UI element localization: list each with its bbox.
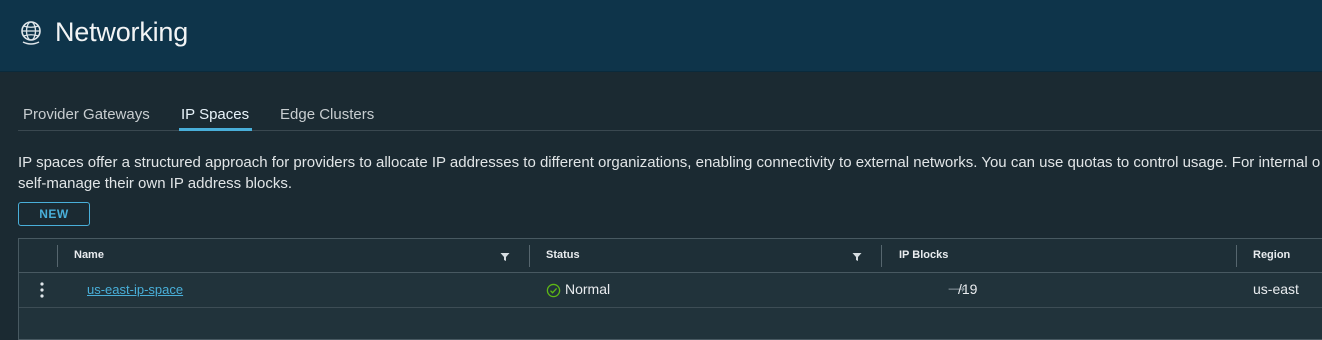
column-header-ip-blocks[interactable]: IP Blocks: [899, 249, 948, 261]
new-button[interactable]: NEW: [18, 202, 90, 226]
tab-provider-gateways[interactable]: Provider Gateways: [23, 106, 150, 123]
column-header-region[interactable]: Region: [1253, 249, 1290, 261]
ip-spaces-grid: Name Status IP Blocks Region us-east-ip-…: [18, 238, 1322, 340]
globe-icon: [21, 21, 41, 45]
filter-icon[interactable]: [500, 252, 510, 262]
main-content: Provider Gateways IP Spaces Edge Cluster…: [0, 72, 1322, 340]
description-line-1: IP spaces offer a structured approach fo…: [18, 154, 1321, 171]
column-header-status[interactable]: Status: [546, 249, 580, 261]
ip-space-name-link[interactable]: us-east-ip-space: [87, 282, 183, 297]
ip-blocks-value: /19: [958, 281, 978, 297]
check-circle-icon: [546, 283, 561, 298]
tab-ip-spaces[interactable]: IP Spaces: [178, 106, 253, 131]
page-title: Networking: [55, 17, 189, 47]
region-value: us-east: [1253, 281, 1299, 297]
description-line-2: self-manage their own IP address blocks.: [18, 175, 293, 192]
filter-icon[interactable]: [852, 252, 862, 262]
column-separator[interactable]: [881, 245, 882, 267]
page-description: IP spaces offer a structured approach fo…: [18, 152, 1322, 194]
column-separator: [57, 245, 58, 267]
column-separator[interactable]: [1236, 245, 1237, 267]
app-header: Networking: [0, 0, 1322, 72]
tab-edge-clusters[interactable]: Edge Clusters: [280, 106, 374, 123]
column-header-name[interactable]: Name: [74, 249, 104, 261]
tab-bar: Provider Gateways IP Spaces Edge Cluster…: [18, 102, 1322, 131]
more-vertical-icon[interactable]: [37, 281, 47, 299]
grid-header: Name Status IP Blocks Region: [19, 239, 1322, 273]
status-text: Normal: [565, 281, 611, 297]
table-row[interactable]: us-east-ip-space Normal ⟶ /19 us-east: [19, 273, 1322, 308]
column-separator[interactable]: [529, 245, 530, 267]
